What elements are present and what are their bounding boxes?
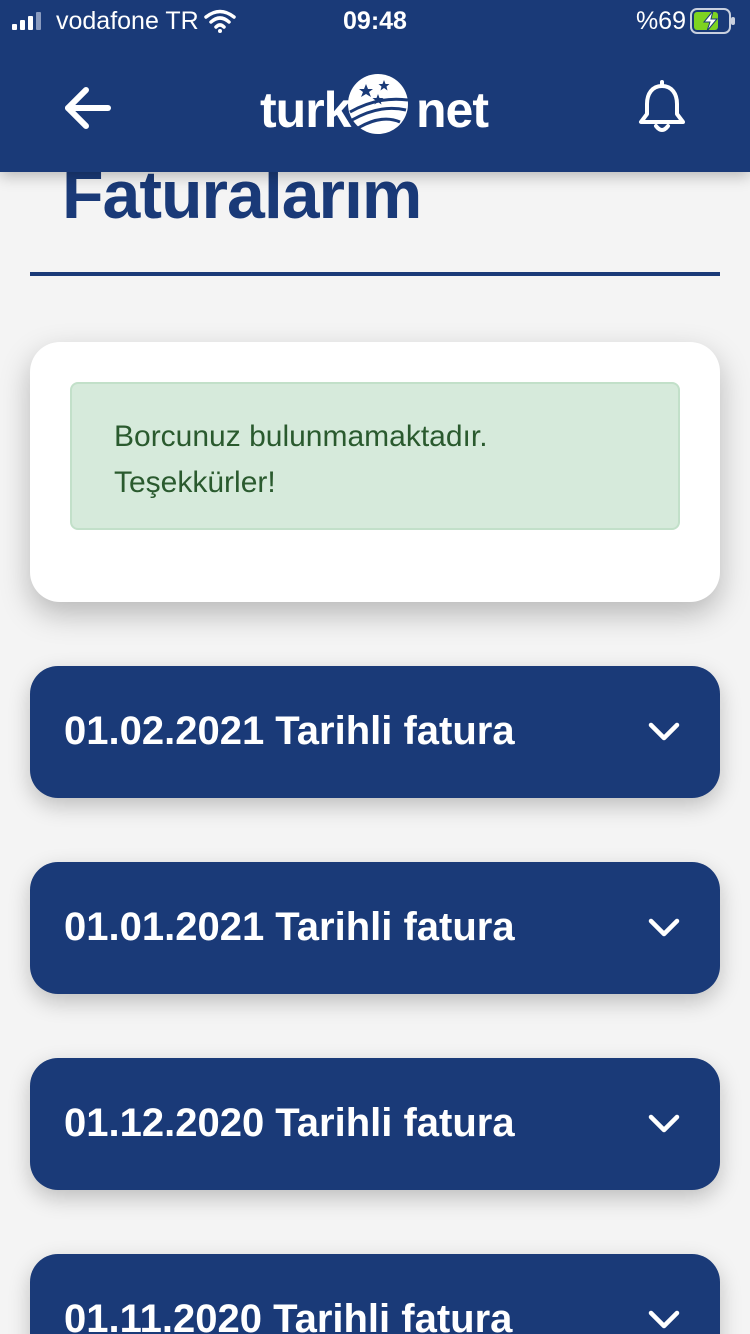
debt-status-line2: Teşekkürler! — [114, 466, 276, 499]
bell-icon[interactable] — [636, 80, 688, 136]
chevron-down-icon — [648, 918, 680, 937]
debt-status-alert: Borcunuz bulunmamaktadır. Teşekkürler! — [70, 382, 680, 530]
chevron-down-icon — [648, 1114, 680, 1133]
status-bar: vodafone TR 09:48 %69 — [0, 0, 750, 40]
logo-text-right: net — [416, 82, 489, 138]
logo-text-left: turk — [260, 82, 351, 138]
chevron-down-icon — [648, 1310, 680, 1329]
chevron-down-icon — [648, 722, 680, 741]
invoice-label: 01.12.2020 Tarihli fatura — [64, 1101, 515, 1145]
battery-charging-icon — [690, 8, 735, 34]
title-divider — [30, 272, 720, 276]
invoice-label: 01.02.2021 Tarihli fatura — [64, 709, 515, 753]
debt-status-card: Borcunuz bulunmamaktadır. Teşekkürler! — [30, 342, 720, 602]
invoice-label: 01.01.2021 Tarihli fatura — [64, 905, 515, 949]
invoice-item[interactable]: 01.12.2020 Tarihli fatura — [30, 1058, 720, 1190]
arrow-left-icon[interactable] — [60, 82, 116, 134]
invoice-item[interactable]: 01.01.2021 Tarihli fatura — [30, 862, 720, 994]
battery-percent: %69 — [635, 7, 686, 35]
app-header: vodafone TR 09:48 %69 turk net — [0, 0, 750, 172]
debt-status-line1: Borcunuz bulunmamaktadır. — [114, 420, 488, 453]
globe-stars-icon — [348, 74, 409, 134]
invoice-label: 01.11.2020 Tarihli fatura — [64, 1297, 513, 1334]
invoice-item[interactable]: 01.02.2021 Tarihli fatura — [30, 666, 720, 798]
turknet-logo: turk net — [256, 68, 496, 140]
invoice-item[interactable]: 01.11.2020 Tarihli fatura — [30, 1254, 720, 1334]
invoices-screen: Faturalarım Borcunuz bulunmamaktadır. Te… — [0, 0, 750, 1334]
